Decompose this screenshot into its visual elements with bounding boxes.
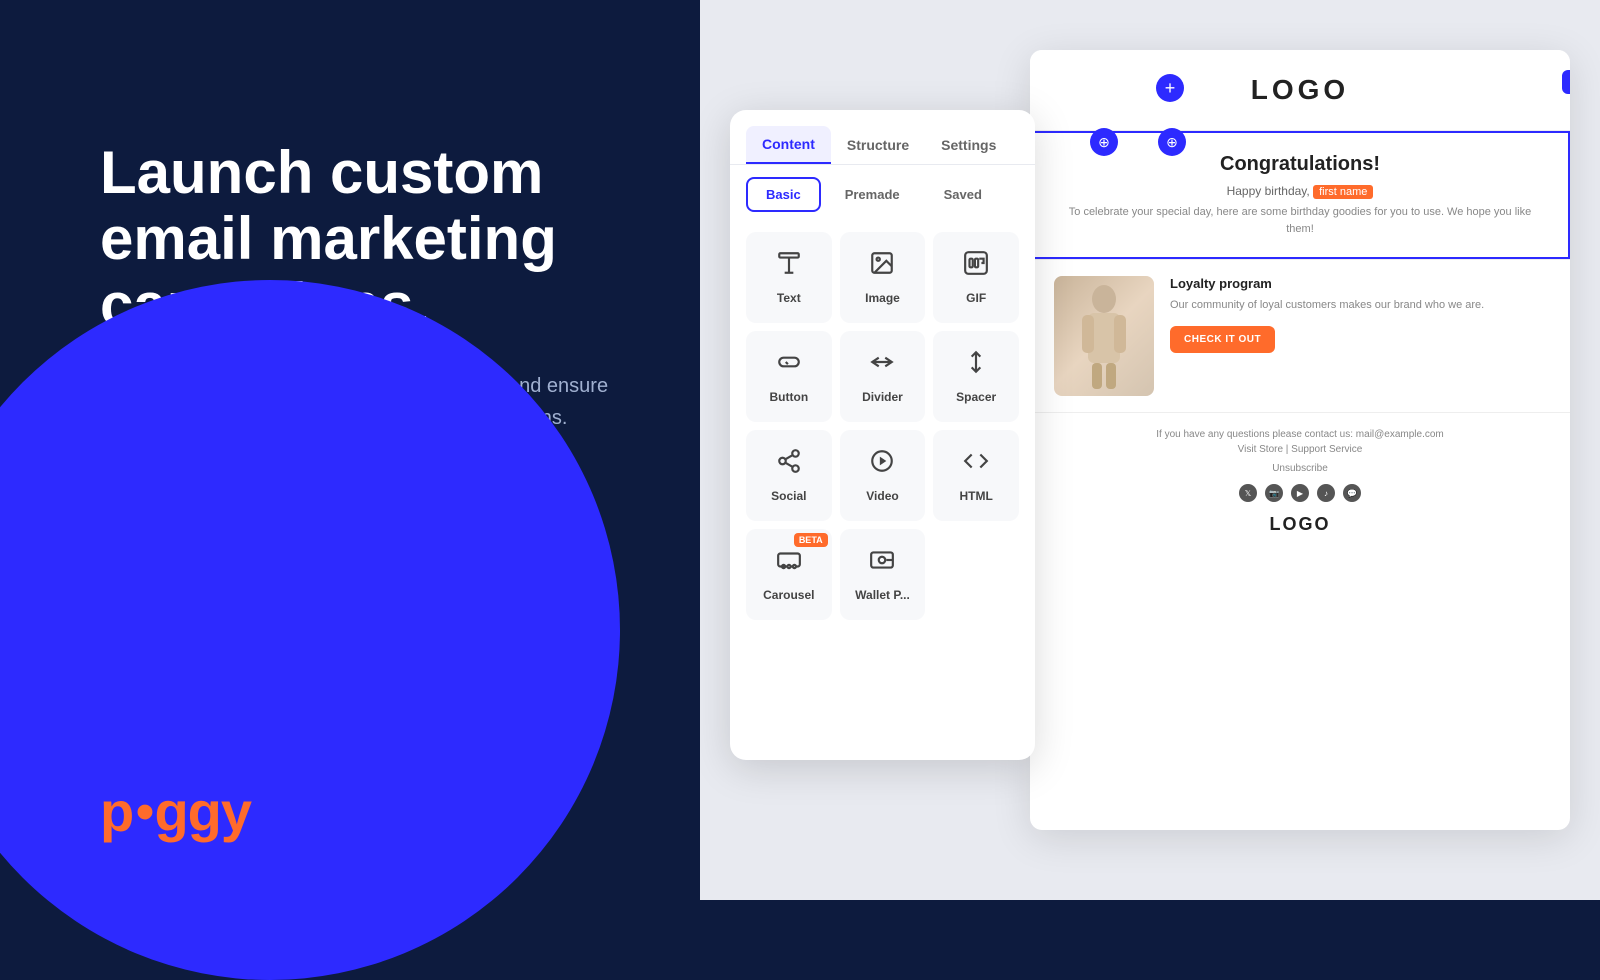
product-title: Loyalty program: [1170, 276, 1546, 291]
text-icon: [776, 250, 802, 283]
piggy-logo: p • ggy: [100, 784, 251, 840]
panel-grid: Text Image: [730, 224, 1035, 628]
panel-item-video[interactable]: Video: [840, 430, 926, 521]
panel-item-carousel-wrapper: Carousel BETA: [746, 529, 832, 620]
html-icon: [963, 448, 989, 481]
email-congrats-body: To celebrate your special day, here are …: [1056, 204, 1544, 237]
gif-icon: [963, 250, 989, 283]
image-label: Image: [865, 291, 900, 305]
button-label: Button: [770, 390, 809, 404]
email-footer: If you have any questions please contact…: [1030, 412, 1570, 551]
panel-subtabs: Basic Premade Saved: [730, 165, 1035, 224]
move-handle-left[interactable]: ⊕: [1090, 128, 1118, 156]
html-label: HTML: [959, 489, 992, 503]
tab-settings[interactable]: Settings: [925, 126, 1012, 164]
tab-content[interactable]: Content: [746, 126, 831, 164]
tiktok-icon: ♪: [1317, 484, 1335, 502]
panel-item-text[interactable]: Text: [746, 232, 832, 323]
panel-item-image[interactable]: Image: [840, 232, 926, 323]
wallet-icon: [869, 547, 895, 580]
video-icon: [869, 448, 895, 481]
button-icon: [776, 349, 802, 382]
panel-item-spacer[interactable]: Spacer: [933, 331, 1019, 422]
product-info: Loyalty program Our community of loyal c…: [1170, 276, 1546, 353]
discord-icon: 💬: [1343, 484, 1361, 502]
footer-unsub[interactable]: Unsubscribe: [1054, 463, 1546, 474]
text-label: Text: [777, 291, 801, 305]
subtab-premade[interactable]: Premade: [825, 177, 920, 212]
tab-structure[interactable]: Structure: [831, 126, 925, 164]
subtab-basic[interactable]: Basic: [746, 177, 821, 212]
twitter-icon: 𝕏: [1239, 484, 1257, 502]
product-image: [1054, 276, 1154, 396]
walletpass-label: Wallet P...: [855, 588, 910, 602]
social-icons-row: 𝕏 📷 ▶ ♪ 💬: [1054, 484, 1546, 502]
structure-button[interactable]: Structure: [1562, 70, 1570, 94]
image-icon: [869, 250, 895, 283]
email-logo-block: LOGO: [1030, 50, 1570, 131]
gif-label: GIF: [966, 291, 986, 305]
add-block-button[interactable]: +: [1156, 74, 1184, 102]
left-panel: Launch custom email marketing campaigns.…: [0, 0, 720, 900]
email-template: Structure + ⊕ ⊕ LOGO ✕ ✕ ⧉ 🗑 Congratulat…: [1030, 50, 1570, 830]
beta-badge: BETA: [794, 533, 828, 547]
divider-label: Divider: [862, 390, 903, 404]
panel-item-divider[interactable]: Divider: [840, 331, 926, 422]
panel-tabs: Content Structure Settings: [730, 110, 1035, 165]
carousel-label: Carousel: [763, 588, 814, 602]
spacer-icon: [963, 349, 989, 382]
email-product-card: Loyalty program Our community of loyal c…: [1030, 259, 1570, 412]
cta-button[interactable]: CHECK IT OUT: [1170, 326, 1275, 353]
divider-icon: [869, 349, 895, 382]
video-label: Video: [866, 489, 898, 503]
social-icon: [776, 448, 802, 481]
product-desc: Our community of loyal customers makes o…: [1170, 297, 1546, 314]
builder-container: Content Structure Settings Basic Premade…: [730, 50, 1570, 850]
carousel-icon: [776, 547, 802, 580]
youtube-icon: ▶: [1291, 484, 1309, 502]
right-panel: Content Structure Settings Basic Premade…: [700, 0, 1600, 900]
panel-item-gif[interactable]: GIF: [933, 232, 1019, 323]
content-panel: Content Structure Settings Basic Premade…: [730, 110, 1035, 760]
footer-links: Visit Store | Support Service: [1054, 444, 1546, 455]
panel-item-button[interactable]: Button: [746, 331, 832, 422]
highlight-name: first name: [1313, 185, 1373, 199]
email-logo-text: LOGO: [1251, 74, 1349, 105]
email-congrats-title: Congratulations!: [1056, 153, 1544, 176]
panel-item-social[interactable]: Social: [746, 430, 832, 521]
social-label: Social: [771, 489, 806, 503]
footer-logo: LOGO: [1054, 514, 1546, 535]
footer-contact: If you have any questions please contact…: [1054, 429, 1546, 440]
instagram-icon: 📷: [1265, 484, 1283, 502]
panel-item-walletpass[interactable]: Wallet P...: [840, 529, 926, 620]
move-handle-right[interactable]: ⊕: [1158, 128, 1186, 156]
subtab-saved[interactable]: Saved: [924, 177, 1002, 212]
email-congrats-subtitle: Happy birthday, first name: [1056, 184, 1544, 198]
panel-item-html[interactable]: HTML: [933, 430, 1019, 521]
spacer-label: Spacer: [956, 390, 996, 404]
